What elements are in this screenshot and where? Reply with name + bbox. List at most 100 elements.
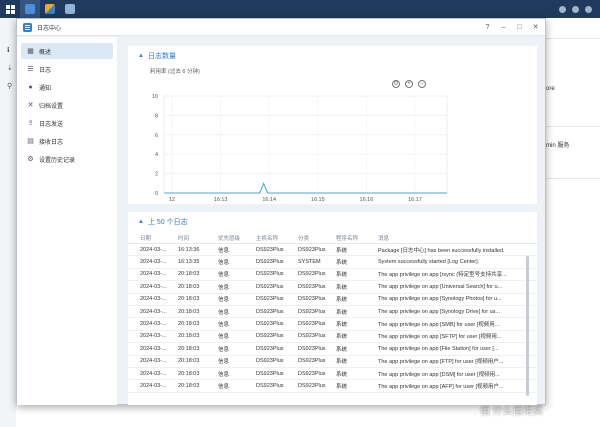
table-row[interactable]: 2024-03-... 20:18:03 信息 DS923Plus DS923Plus 系…: [128, 380, 537, 393]
cell-message: The app privilege on app [FTP] for user …: [378, 359, 504, 366]
notification-icon: ●: [28, 83, 33, 91]
column-header-priority[interactable]: 优先层级: [218, 234, 256, 242]
settings-history-icon: ⚙: [27, 155, 34, 163]
x-tick-label: 16:14: [262, 197, 276, 203]
receive-log-icon: ▤: [27, 137, 34, 145]
table-row[interactable]: 2024-03-... 20:18:03 信息 DS923Plus DS923Plus 系…: [128, 306, 537, 319]
cell-hostname: DS923Plus: [256, 345, 284, 352]
cell-priority: 信息: [218, 371, 230, 378]
cell-date: 2024-03-...: [140, 358, 167, 365]
column-header-time[interactable]: 时间: [178, 234, 218, 242]
cell-message: The app privilege on app [Synology Photo…: [378, 296, 502, 303]
cell-priority: 信息: [218, 247, 230, 254]
cell-time: 20:18:03: [178, 358, 200, 365]
sidebar-item-label: 日志: [39, 67, 52, 74]
notification-icon[interactable]: [559, 5, 566, 13]
column-header-category[interactable]: 分类: [298, 234, 336, 242]
log-table-body: 2024-03-... 16:13:36 信息 DS923Plus DS923Plus 系…: [128, 244, 537, 393]
cell-program: 系统: [336, 297, 348, 304]
cell-priority: 信息: [218, 284, 230, 291]
cell-message: Package [日志中心] has been successfully ins…: [378, 247, 505, 254]
x-tick-label: 16:16: [360, 197, 374, 203]
table-row[interactable]: 2024-03-... 20:18:03 信息 DS923Plus DS923Plus 系…: [128, 356, 537, 368]
table-row[interactable]: 2024-03-... 20:18:03 信息 DS923Plus DS923Plus 系…: [128, 281, 537, 294]
archive-settings-icon: ✕: [27, 101, 34, 109]
cell-category: DS923Plus: [298, 321, 326, 328]
taskbar-log-center[interactable]: [20, 0, 40, 18]
y-tick-label: 6: [155, 133, 158, 139]
last-logs-header[interactable]: ▲ 上 50 个日志: [128, 212, 537, 232]
cell-program: 系统: [336, 309, 348, 316]
close-button[interactable]: ✕: [532, 24, 539, 31]
column-header-message[interactable]: 消息: [378, 234, 526, 242]
cell-time: 20:18:03: [178, 283, 200, 290]
cell-date: 2024-03-...: [140, 296, 167, 303]
log-icon: ☰: [27, 65, 34, 73]
taskbar-package-center[interactable]: [40, 0, 60, 18]
cell-hostname: DS923Plus: [256, 271, 284, 278]
window-titlebar[interactable]: 日志中心 ? – □ ✕: [17, 19, 545, 36]
collapse-caret-icon: ▲: [138, 219, 144, 225]
background-sidebar: ℹ ⇣ ⚲: [0, 18, 16, 427]
table-row[interactable]: 2024-03-... 16:13:36 信息 DS923Plus DS923Plus 系…: [128, 244, 537, 257]
background-text-2: min 服务: [546, 143, 570, 149]
cell-category: DS923Plus: [298, 308, 326, 315]
background-download-icon: ⇣: [7, 65, 13, 72]
table-row[interactable]: 2024-03-... 20:18:03 信息 DS923Plus DS923Plus 系…: [128, 294, 537, 306]
sidebar-item-log-sending[interactable]: ⇪ 日志发送: [21, 115, 113, 131]
column-header-program[interactable]: 程序名称: [336, 234, 378, 242]
last-logs-title: 上 50 个日志: [147, 219, 188, 226]
cell-date: 2024-03-...: [140, 246, 167, 253]
cell-message: The app privilege on app [SMB] for user …: [378, 322, 500, 329]
cell-time: 16:13:35: [178, 259, 200, 266]
cell-program: 系统: [336, 371, 348, 378]
sidebar-item-notification[interactable]: ● 通知: [21, 79, 113, 95]
cell-category: DS923Plus: [298, 246, 326, 253]
cell-category: DS923Plus: [298, 271, 326, 278]
cell-message: The app privilege on app [Synology Drive…: [378, 308, 500, 315]
taskbar-control-panel[interactable]: [60, 0, 80, 18]
sidebar-item-receive-log[interactable]: ▤ 接收日志: [21, 133, 113, 149]
log-table-scrollbar[interactable]: [526, 256, 529, 396]
sidebar-item-overview[interactable]: ▦ 概述: [21, 43, 113, 59]
log-center-icon: [23, 22, 32, 32]
cell-time: 20:18:03: [178, 382, 200, 389]
minimize-button[interactable]: –: [500, 24, 507, 31]
user-icon[interactable]: [572, 5, 579, 13]
background-user-icon: ⚲: [7, 83, 13, 90]
x-tick-label: 12: [169, 197, 175, 203]
maximize-button[interactable]: □: [516, 24, 523, 31]
table-row[interactable]: 2024-03-... 20:18:03 信息 DS923Plus DS923Plus 系…: [128, 368, 537, 381]
cell-hostname: DS923Plus: [256, 246, 284, 253]
column-header-date[interactable]: 日期: [140, 234, 178, 242]
table-row[interactable]: 2024-03-... 20:18:03 信息 DS923Plus DS923Plus 系…: [128, 269, 537, 282]
x-tick-label: 16:13: [214, 197, 228, 203]
main-menu-button[interactable]: [0, 0, 20, 18]
sidebar-item-settings-history[interactable]: ⚙ 设置历史记录: [21, 151, 113, 167]
log-sending-icon: ⇪: [27, 119, 34, 127]
overview-icon: ▦: [27, 47, 34, 55]
table-row[interactable]: 2024-03-... 20:18:03 信息 DS923Plus DS923Plus 系…: [128, 318, 537, 331]
search-icon[interactable]: [585, 5, 592, 13]
cell-priority: 信息: [218, 334, 230, 341]
table-row[interactable]: 2024-03-... 20:18:03 信息 DS923Plus DS923Plus 系…: [128, 343, 537, 356]
cell-message: The app privilege on app [DSM] for user …: [378, 371, 500, 378]
y-tick-label: 8: [155, 113, 158, 119]
cell-date: 2024-03-...: [140, 259, 167, 266]
column-header-hostname[interactable]: 主机名称: [256, 234, 298, 242]
help-button[interactable]: ?: [484, 24, 491, 31]
cell-date: 2024-03-...: [140, 345, 167, 352]
sidebar-item-archive-settings[interactable]: ✕ 归档设置: [21, 97, 113, 113]
background-info-icon: ℹ: [7, 47, 10, 54]
table-row[interactable]: 2024-03-... 16:13:35 信息 DS923Plus SYSTEM 系统 Sy…: [128, 256, 537, 269]
sidebar-item-label: 接收日志: [39, 139, 64, 146]
cell-message: The app privilege on app [File Station] …: [378, 345, 499, 352]
sidebar-item-log[interactable]: ☰ 日志: [21, 61, 113, 77]
y-tick-label: 4: [155, 152, 158, 158]
control-panel-app-icon: [65, 4, 75, 14]
cell-message: The app privilege on app [AFP] for user …: [378, 383, 504, 390]
table-row[interactable]: 2024-03-... 20:18:03 信息 DS923Plus DS923Plus 系…: [128, 331, 537, 344]
cell-category: DS923Plus: [298, 358, 326, 365]
cell-priority: 信息: [218, 297, 230, 304]
main-content: ▲ 日志数量 利用率 (过去 6 分钟) ⊙ + − 0 2 4 6 8 10 12 16:1…: [128, 46, 537, 405]
